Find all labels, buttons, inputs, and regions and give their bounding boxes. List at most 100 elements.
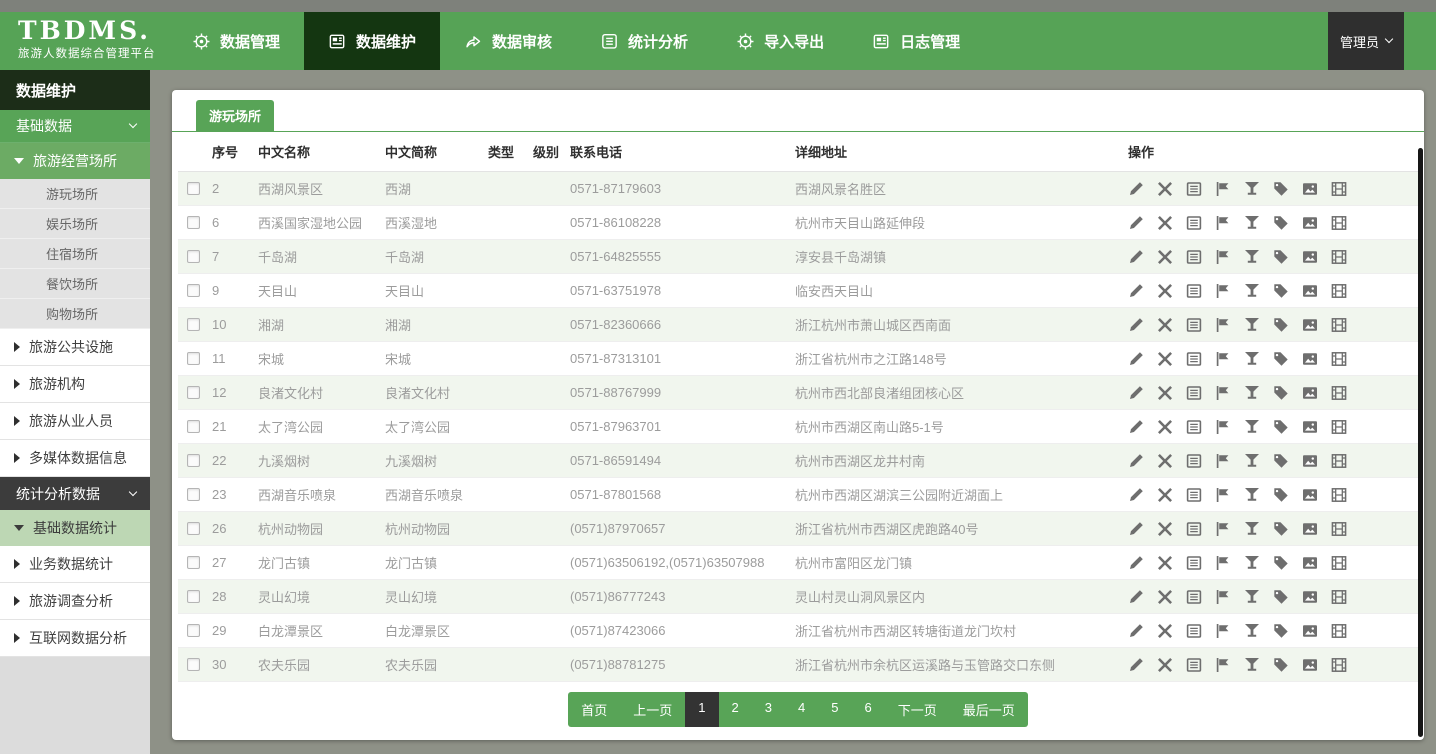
image-icon[interactable] (1302, 487, 1318, 503)
tag-icon[interactable] (1273, 589, 1289, 605)
delete-icon[interactable] (1157, 453, 1173, 469)
pagination-page-4[interactable]: 4 (785, 692, 818, 727)
sidebar-group-statistics-data[interactable]: 统计分析数据 (0, 477, 150, 510)
filter-glass-icon[interactable] (1244, 487, 1260, 503)
row-checkbox[interactable] (187, 182, 200, 195)
video-film-icon[interactable] (1331, 487, 1347, 503)
row-checkbox[interactable] (187, 352, 200, 365)
filter-glass-icon[interactable] (1244, 181, 1260, 197)
video-film-icon[interactable] (1331, 555, 1347, 571)
filter-glass-icon[interactable] (1244, 249, 1260, 265)
flag-icon[interactable] (1215, 181, 1231, 197)
sidebar-item-tourism-agencies[interactable]: 旅游机构 (0, 366, 150, 403)
video-film-icon[interactable] (1331, 589, 1347, 605)
detail-icon[interactable] (1186, 385, 1202, 401)
tag-icon[interactable] (1273, 453, 1289, 469)
tag-icon[interactable] (1273, 623, 1289, 639)
detail-icon[interactable] (1186, 453, 1202, 469)
sidebar-item-tourism-survey-analysis[interactable]: 旅游调查分析 (0, 583, 150, 620)
image-icon[interactable] (1302, 283, 1318, 299)
video-film-icon[interactable] (1331, 181, 1347, 197)
image-icon[interactable] (1302, 521, 1318, 537)
edit-icon[interactable] (1128, 181, 1144, 197)
tag-icon[interactable] (1273, 385, 1289, 401)
image-icon[interactable] (1302, 181, 1318, 197)
nav-data-review[interactable]: 数据审核 (440, 12, 576, 70)
filter-glass-icon[interactable] (1244, 215, 1260, 231)
flag-icon[interactable] (1215, 419, 1231, 435)
flag-icon[interactable] (1215, 317, 1231, 333)
sidebar-subitem-dining-places[interactable]: 餐饮场所 (0, 269, 150, 299)
pagination-next[interactable]: 下一页 (885, 692, 950, 727)
tag-icon[interactable] (1273, 487, 1289, 503)
filter-glass-icon[interactable] (1244, 555, 1260, 571)
nav-import-export[interactable]: 导入导出 (712, 12, 848, 70)
pagination-page-6[interactable]: 6 (851, 692, 884, 727)
video-film-icon[interactable] (1331, 453, 1347, 469)
row-checkbox[interactable] (187, 522, 200, 535)
pagination-last[interactable]: 最后一页 (950, 692, 1028, 727)
video-film-icon[interactable] (1331, 623, 1347, 639)
sidebar-group-basic-data[interactable]: 基础数据 (0, 110, 150, 143)
video-film-icon[interactable] (1331, 351, 1347, 367)
edit-icon[interactable] (1128, 453, 1144, 469)
tag-icon[interactable] (1273, 249, 1289, 265)
row-checkbox[interactable] (187, 216, 200, 229)
pagination-page-1[interactable]: 1 (685, 692, 718, 727)
row-checkbox[interactable] (187, 488, 200, 501)
edit-icon[interactable] (1128, 589, 1144, 605)
row-checkbox[interactable] (187, 590, 200, 603)
flag-icon[interactable] (1215, 351, 1231, 367)
image-icon[interactable] (1302, 419, 1318, 435)
pagination-page-2[interactable]: 2 (719, 692, 752, 727)
row-checkbox[interactable] (187, 250, 200, 263)
pagination-page-5[interactable]: 5 (818, 692, 851, 727)
tag-icon[interactable] (1273, 351, 1289, 367)
delete-icon[interactable] (1157, 521, 1173, 537)
filter-glass-icon[interactable] (1244, 351, 1260, 367)
nav-data-maintenance[interactable]: 数据维护 (304, 12, 440, 70)
delete-icon[interactable] (1157, 589, 1173, 605)
row-checkbox[interactable] (187, 318, 200, 331)
video-film-icon[interactable] (1331, 317, 1347, 333)
user-menu[interactable]: 管理员 (1328, 12, 1404, 70)
filter-glass-icon[interactable] (1244, 623, 1260, 639)
edit-icon[interactable] (1128, 623, 1144, 639)
delete-icon[interactable] (1157, 487, 1173, 503)
delete-icon[interactable] (1157, 181, 1173, 197)
video-film-icon[interactable] (1331, 657, 1347, 673)
image-icon[interactable] (1302, 657, 1318, 673)
image-icon[interactable] (1302, 317, 1318, 333)
sidebar-item-internet-data-analysis[interactable]: 互联网数据分析 (0, 620, 150, 657)
image-icon[interactable] (1302, 623, 1318, 639)
row-checkbox[interactable] (187, 284, 200, 297)
tag-icon[interactable] (1273, 317, 1289, 333)
video-film-icon[interactable] (1331, 385, 1347, 401)
tab-play-places[interactable]: 游玩场所 (196, 100, 274, 131)
detail-icon[interactable] (1186, 181, 1202, 197)
delete-icon[interactable] (1157, 657, 1173, 673)
detail-icon[interactable] (1186, 215, 1202, 231)
filter-glass-icon[interactable] (1244, 419, 1260, 435)
filter-glass-icon[interactable] (1244, 283, 1260, 299)
nav-data-management[interactable]: 数据管理 (168, 12, 304, 70)
delete-icon[interactable] (1157, 317, 1173, 333)
row-checkbox[interactable] (187, 658, 200, 671)
video-film-icon[interactable] (1331, 419, 1347, 435)
image-icon[interactable] (1302, 249, 1318, 265)
flag-icon[interactable] (1215, 283, 1231, 299)
flag-icon[interactable] (1215, 657, 1231, 673)
video-film-icon[interactable] (1331, 215, 1347, 231)
flag-icon[interactable] (1215, 385, 1231, 401)
video-film-icon[interactable] (1331, 249, 1347, 265)
tag-icon[interactable] (1273, 181, 1289, 197)
detail-icon[interactable] (1186, 283, 1202, 299)
video-film-icon[interactable] (1331, 521, 1347, 537)
flag-icon[interactable] (1215, 623, 1231, 639)
detail-icon[interactable] (1186, 487, 1202, 503)
detail-icon[interactable] (1186, 589, 1202, 605)
sidebar-item-tourism-business-places[interactable]: 旅游经营场所 (0, 143, 150, 179)
row-checkbox[interactable] (187, 624, 200, 637)
edit-icon[interactable] (1128, 249, 1144, 265)
flag-icon[interactable] (1215, 521, 1231, 537)
